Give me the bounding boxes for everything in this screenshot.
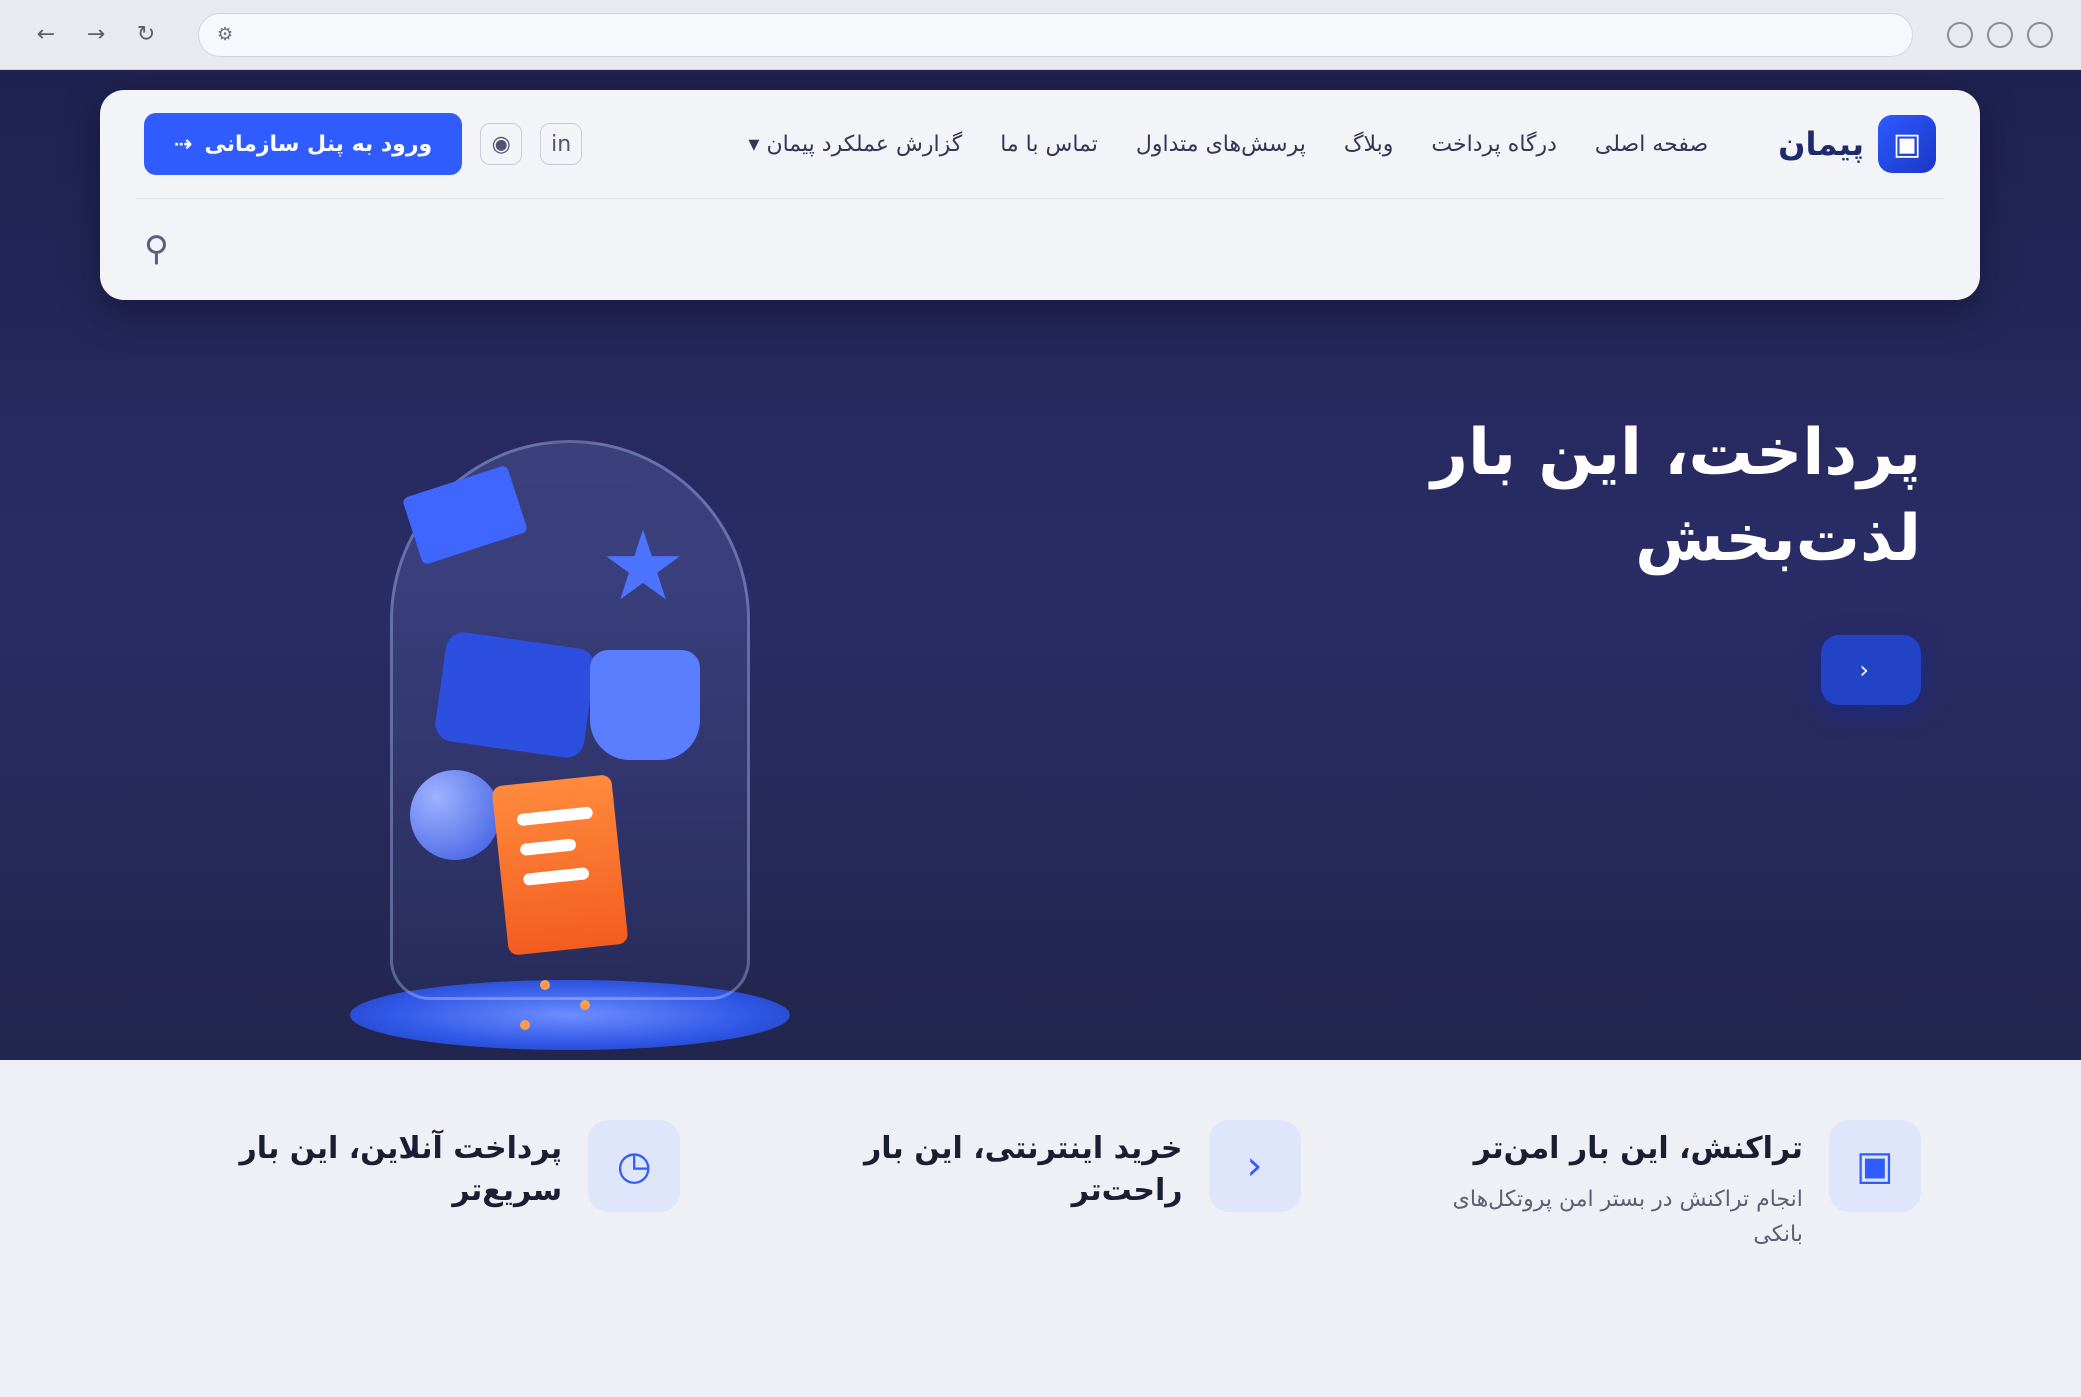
feature-secure-transaction: ▣ تراکنش، این بار امن‌تر انجام تراکنش در… [1401, 1120, 1921, 1252]
feature-fast-payment: ◷ پرداخت آنلاین، این بار سریع‌تر [160, 1120, 681, 1224]
nav-item-blog[interactable]: وبلاگ [1344, 132, 1394, 157]
nav-item-home[interactable]: صفحه اصلی [1595, 132, 1708, 157]
main-nav: صفحه اصلی درگاه پرداخت وبلاگ پرسش‌های مت… [582, 132, 1708, 157]
window-controls [1947, 21, 2053, 48]
landing-page: ▣ پیمان صفحه اصلی درگاه پرداخت وبلاگ پرس… [0, 70, 2081, 1397]
header-actions: in ◉ ورود به پنل سازمانی ⇢ [144, 113, 583, 175]
feature-body: پرداخت آنلاین، این بار سریع‌تر [160, 1120, 563, 1224]
hero-illustration: ★ [300, 400, 840, 1100]
panel-login-label: ورود به پنل سازمانی [204, 131, 433, 157]
ball-icon [410, 770, 500, 860]
sparkle [580, 1000, 590, 1010]
clock-icon: ◷ [616, 1143, 652, 1189]
hero-title: پرداخت، این بار لذت‌بخش [1061, 410, 1921, 583]
feature-body: خرید اینترنتی، این بار راحت‌تر [781, 1120, 1183, 1224]
nav-item-contact[interactable]: تماس با ما [1000, 132, 1098, 157]
receipt-icon [491, 774, 629, 956]
chevron-down-icon: ▾ [748, 131, 760, 157]
lock-icon: ▣ [1855, 1143, 1894, 1189]
feature-icon-box: ‹ [1208, 1120, 1301, 1212]
logo-icon: ▣ [1878, 115, 1936, 173]
reload-icon[interactable]: ↻ [128, 17, 164, 53]
nav-item-payment-gateway[interactable]: درگاه پرداخت [1431, 132, 1557, 157]
cup-icon [590, 650, 700, 760]
feature-title: تراکنش، این بار امن‌تر [1473, 1131, 1803, 1166]
search-input[interactable] [168, 217, 1936, 281]
features-strip: ◷ پرداخت آنلاین، این بار سریع‌تر ‹ خرید … [0, 1060, 2081, 1397]
hero-title-line2: لذت‌بخش [1635, 502, 1921, 577]
feature-icon-box: ◷ [588, 1120, 681, 1212]
sparkle [540, 980, 550, 990]
nav-item-faq[interactable]: پرسش‌های متداول [1136, 132, 1306, 157]
back-icon[interactable]: ← [28, 17, 64, 53]
nav-item-performance-report[interactable]: گزارش عملکرد پیمان ▾ [748, 132, 962, 157]
feature-body: تراکنش، این بار امن‌تر انجام تراکنش در ب… [1401, 1120, 1803, 1252]
feature-title: پرداخت آنلاین، این بار سریع‌تر [239, 1131, 563, 1208]
panel-login-button[interactable]: ورود به پنل سازمانی ⇢ [144, 113, 463, 175]
search-icon[interactable]: ⚲ [144, 229, 169, 269]
hero-title-line1: پرداخت، این بار [1431, 416, 1921, 490]
hero-section: پرداخت، این بار لذت‌بخش ‹ [1061, 410, 1921, 705]
header-top-row: ▣ پیمان صفحه اصلی درگاه پرداخت وبلاگ پرس… [100, 90, 1980, 198]
arrow-left-icon: ‹ [1859, 655, 1869, 684]
receipt-line [516, 806, 594, 827]
brand-name: پیمان [1778, 125, 1864, 163]
feature-easy-shopping: ‹ خرید اینترنتی، این بار راحت‌تر [781, 1120, 1301, 1224]
forward-icon[interactable]: → [78, 17, 114, 53]
minimize-icon[interactable] [1947, 21, 1973, 48]
nav-item-label: گزارش عملکرد پیمان [766, 131, 963, 157]
feature-icon-box: ▣ [1828, 1120, 1921, 1212]
hero-cta-button[interactable]: ‹ [1821, 634, 1921, 705]
receipt-line [522, 867, 590, 886]
login-icon: ⇢ [174, 131, 193, 157]
maximize-icon[interactable] [1987, 21, 2013, 48]
brand[interactable]: ▣ پیمان [1778, 115, 1936, 173]
feature-description: انجام تراکنش در بستر امن پروتکل‌های بانک… [1452, 1187, 1803, 1248]
browser-toolbar: ← → ↻ ⚙ [0, 0, 2081, 70]
sparkle [520, 1020, 530, 1030]
site-header: ▣ پیمان صفحه اصلی درگاه پرداخت وبلاگ پرس… [100, 90, 1980, 300]
site-info-icon[interactable]: ⚙ [217, 24, 233, 45]
feature-title: خرید اینترنتی، این بار راحت‌تر [864, 1131, 1183, 1208]
address-bar[interactable]: ⚙ [198, 12, 1913, 57]
receipt-line [519, 838, 577, 857]
star-icon: ★ [600, 510, 687, 622]
close-icon[interactable] [2027, 21, 2053, 48]
chevron-left-icon: ‹ [1246, 1143, 1263, 1189]
search-row: ⚲ [100, 199, 1980, 299]
linkedin-icon[interactable]: in [540, 123, 583, 165]
instagram-icon[interactable]: ◉ [480, 123, 523, 165]
wallet-icon [433, 630, 597, 760]
